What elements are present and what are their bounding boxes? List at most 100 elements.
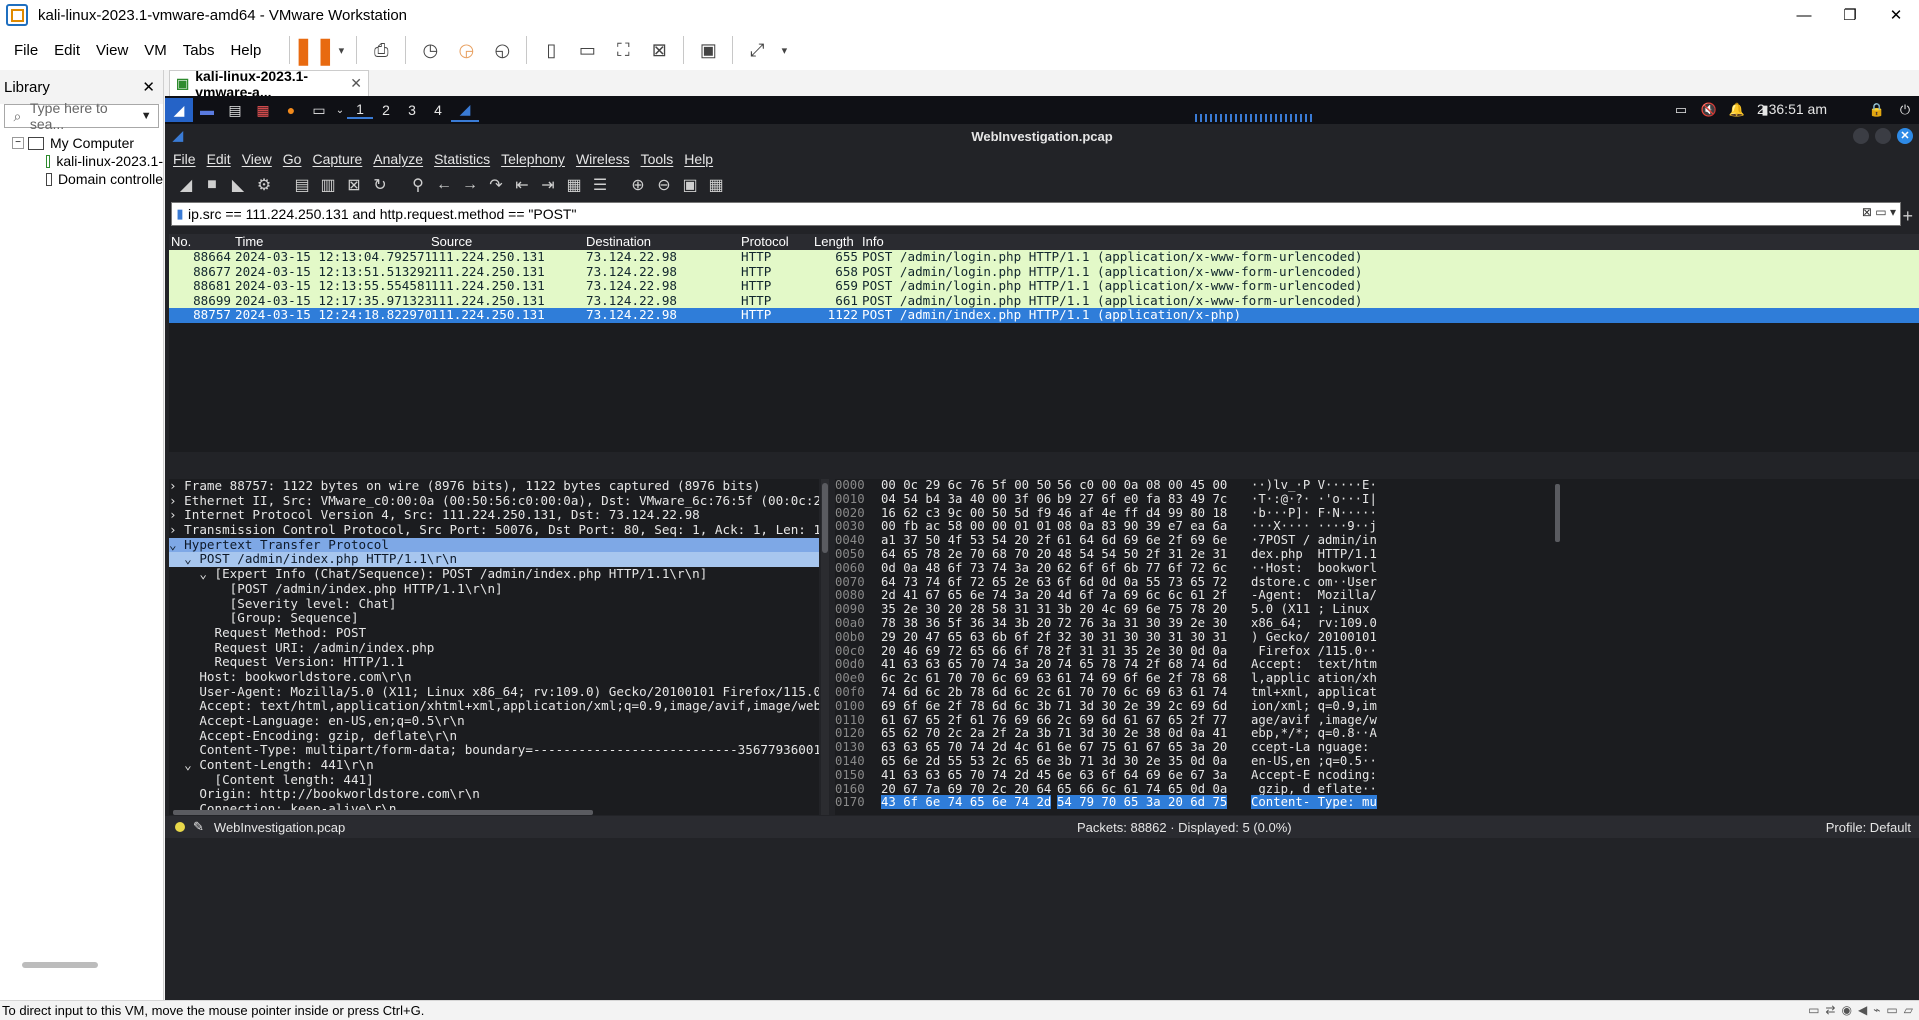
find-packet-icon[interactable]: ⚲ [405, 175, 431, 195]
vm-tab-kali[interactable]: ▣ kali-linux-2023.1-vmware-a... ✕ [169, 68, 369, 100]
snapshot-icon[interactable]: ◷ [414, 34, 446, 66]
ws-menu-help[interactable]: Help [684, 151, 713, 167]
open-file-icon[interactable]: ▤ [289, 175, 315, 195]
first-packet-icon[interactable]: ⇤ [509, 175, 535, 195]
detail-line[interactable]: › Ethernet II, Src: VMware_c0:00:0a (00:… [169, 493, 819, 509]
revert-snapshot-icon[interactable]: ◶ [450, 34, 482, 66]
capture-status-icon[interactable] [175, 822, 185, 832]
detail-line[interactable]: › Frame 88757: 1122 bytes on wire (8976 … [169, 479, 819, 494]
restart-capture-icon[interactable]: ◣ [225, 175, 251, 195]
tree-item-my-computer[interactable]: − My Computer [12, 134, 163, 152]
col-time[interactable]: Time [235, 234, 431, 250]
close-button[interactable]: ✕ [1873, 0, 1919, 30]
details-hscrollbar[interactable] [173, 810, 593, 815]
kali-menu-icon[interactable]: ◢ [165, 98, 193, 122]
lock-icon[interactable]: 🔒 [1863, 102, 1891, 118]
workspace-2[interactable]: 2 [373, 102, 399, 118]
ws-menu-analyze[interactable]: Analyze [373, 151, 423, 167]
col-no[interactable]: No. [169, 234, 235, 250]
reload-file-icon[interactable]: ↻ [367, 175, 393, 195]
ws-menu-capture[interactable]: Capture [312, 151, 362, 167]
detail-line[interactable]: › Transmission Control Protocol, Src Por… [169, 522, 819, 538]
resize-columns-icon[interactable]: ▦ [703, 175, 729, 195]
col-source[interactable]: Source [431, 234, 586, 250]
zoom-in-icon[interactable]: ⊕ [625, 175, 651, 195]
detail-line[interactable]: [Content length: 441] [169, 772, 819, 788]
details-scrollbar[interactable] [821, 479, 829, 815]
battery-icon[interactable]: ▮ [1751, 102, 1779, 118]
zoom-out-icon[interactable]: ⊖ [651, 175, 677, 195]
detail-line[interactable]: ⌄ Hypertext Transfer Protocol [169, 537, 819, 553]
menu-help[interactable]: Help [222, 42, 269, 59]
capture-options-icon[interactable]: ⚙ [251, 175, 277, 195]
detail-line[interactable]: Request Method: POST [169, 625, 819, 641]
file-manager-icon[interactable]: ▤ [221, 98, 249, 122]
ws-menu-go[interactable]: Go [283, 151, 302, 167]
file-properties-icon[interactable]: ✎ [193, 819, 204, 835]
go-forward-icon[interactable]: → [457, 176, 483, 194]
detail-line[interactable]: [POST /admin/index.php HTTP/1.1\r\n] [169, 581, 819, 597]
firefox-icon[interactable]: ● [277, 98, 305, 122]
add-filter-icon[interactable]: + [1902, 206, 1913, 227]
ws-menu-view[interactable]: View [242, 151, 272, 167]
packet-row[interactable]: 88664 2024-03-15 12:13:04.792571 111.224.2… [169, 250, 1919, 265]
thumbnail-view-icon[interactable]: ▭ [571, 34, 603, 66]
usb-icon[interactable]: ⌁ [1873, 1003, 1880, 1017]
colorize-icon[interactable]: ☰ [587, 175, 613, 195]
cd-icon[interactable]: ◉ [1841, 1003, 1851, 1017]
hdd-icon[interactable]: ▭ [1808, 1003, 1819, 1017]
packet-row[interactable]: 88681 2024-03-15 12:13:55.554581 111.224.2… [169, 279, 1919, 294]
ws-menu-tools[interactable]: Tools [641, 151, 674, 167]
power-icon[interactable]: ⏻ [1891, 102, 1919, 118]
chevron-down-icon[interactable]: ▾ [777, 34, 791, 66]
col-destination[interactable]: Destination [586, 234, 741, 250]
show-desktop-icon[interactable]: ▬ [193, 98, 221, 122]
go-to-packet-icon[interactable]: ↷ [483, 175, 509, 195]
packet-bytes-pane[interactable]: 0000 00 0c 29 6c 76 5f 00 50 56 c0 00 0a 0… [835, 479, 1919, 815]
mute-icon[interactable]: 🔇 [1695, 102, 1723, 118]
packet-row[interactable]: 88677 2024-03-15 12:13:51.513292 111.224.2… [169, 264, 1919, 280]
detail-line[interactable]: [Group: Sequence] [169, 610, 819, 626]
start-capture-icon[interactable]: ◢ [173, 175, 199, 195]
ws-menu-statistics[interactable]: Statistics [434, 151, 490, 167]
message-icon[interactable]: ▱ [1904, 1003, 1913, 1017]
stop-capture-icon[interactable]: ■ [199, 176, 225, 194]
col-protocol[interactable]: Protocol [741, 234, 814, 250]
display-icon[interactable]: ▭ [1886, 1003, 1897, 1017]
ws-menu-file[interactable]: File [173, 151, 196, 167]
console-view-icon[interactable]: ▣ [692, 34, 724, 66]
detail-line[interactable]: [Severity level: Chat] [169, 596, 819, 612]
detail-line[interactable]: Host: bookworldstore.com\r\n [169, 669, 819, 685]
ws-menu-edit[interactable]: Edit [207, 151, 231, 167]
minimize-button[interactable]: — [1781, 0, 1827, 30]
detail-line[interactable]: ⌄ [Expert Info (Chat/Sequence): POST /ad… [169, 566, 819, 582]
packet-row[interactable]: 88757 2024-03-15 12:24:18.822970 111.224.2… [169, 308, 1919, 323]
snapshot-manager-icon[interactable]: ◵ [486, 34, 518, 66]
chevron-down-icon[interactable]: ▼ [141, 110, 158, 122]
workspace-4[interactable]: 4 [425, 102, 451, 118]
menu-file[interactable]: File [6, 42, 46, 59]
library-scrollbar[interactable] [22, 962, 98, 968]
text-editor-icon[interactable]: ▦ [249, 98, 277, 122]
unity-icon[interactable]: ⊠ [643, 34, 675, 66]
collapse-toggle-icon[interactable]: − [12, 137, 24, 149]
detail-line[interactable]: Content-Type: multipart/form-data; bound… [169, 743, 819, 758]
tree-item-domain-controller[interactable]: Domain controlle [12, 170, 163, 188]
col-info[interactable]: Info [862, 234, 1562, 250]
menu-edit[interactable]: Edit [46, 42, 88, 59]
col-length[interactable]: Length [814, 234, 862, 250]
close-file-icon[interactable]: ⊠ [341, 175, 367, 195]
maximize-button[interactable]: ❐ [1827, 0, 1873, 30]
menu-view[interactable]: View [88, 42, 136, 59]
detail-line[interactable]: ⌄ Content-Length: 441\r\n [169, 757, 819, 773]
filter-clear-apply-icons[interactable]: ⊠ ▭ ▾ [1862, 205, 1896, 219]
tree-item-kali-vm[interactable]: kali-linux-2023.1- [12, 152, 163, 170]
ws-menu-wireless[interactable]: Wireless [576, 151, 630, 167]
notifications-icon[interactable]: 🔔 [1723, 102, 1751, 118]
display-icon[interactable]: ▭ [1667, 102, 1695, 118]
chevron-down-icon[interactable]: ▾ [334, 34, 348, 66]
last-packet-icon[interactable]: ⇥ [535, 175, 561, 195]
library-view-icon[interactable]: ▯ [535, 34, 567, 66]
guest-display[interactable]: ◢ ▬ ▤ ▦ ● ▭ ⌄ 1 2 3 4 ◢ 2:36:51 am ▭ 🔇 🔔… [165, 96, 1919, 1000]
close-button[interactable]: ✕ [1897, 128, 1913, 144]
